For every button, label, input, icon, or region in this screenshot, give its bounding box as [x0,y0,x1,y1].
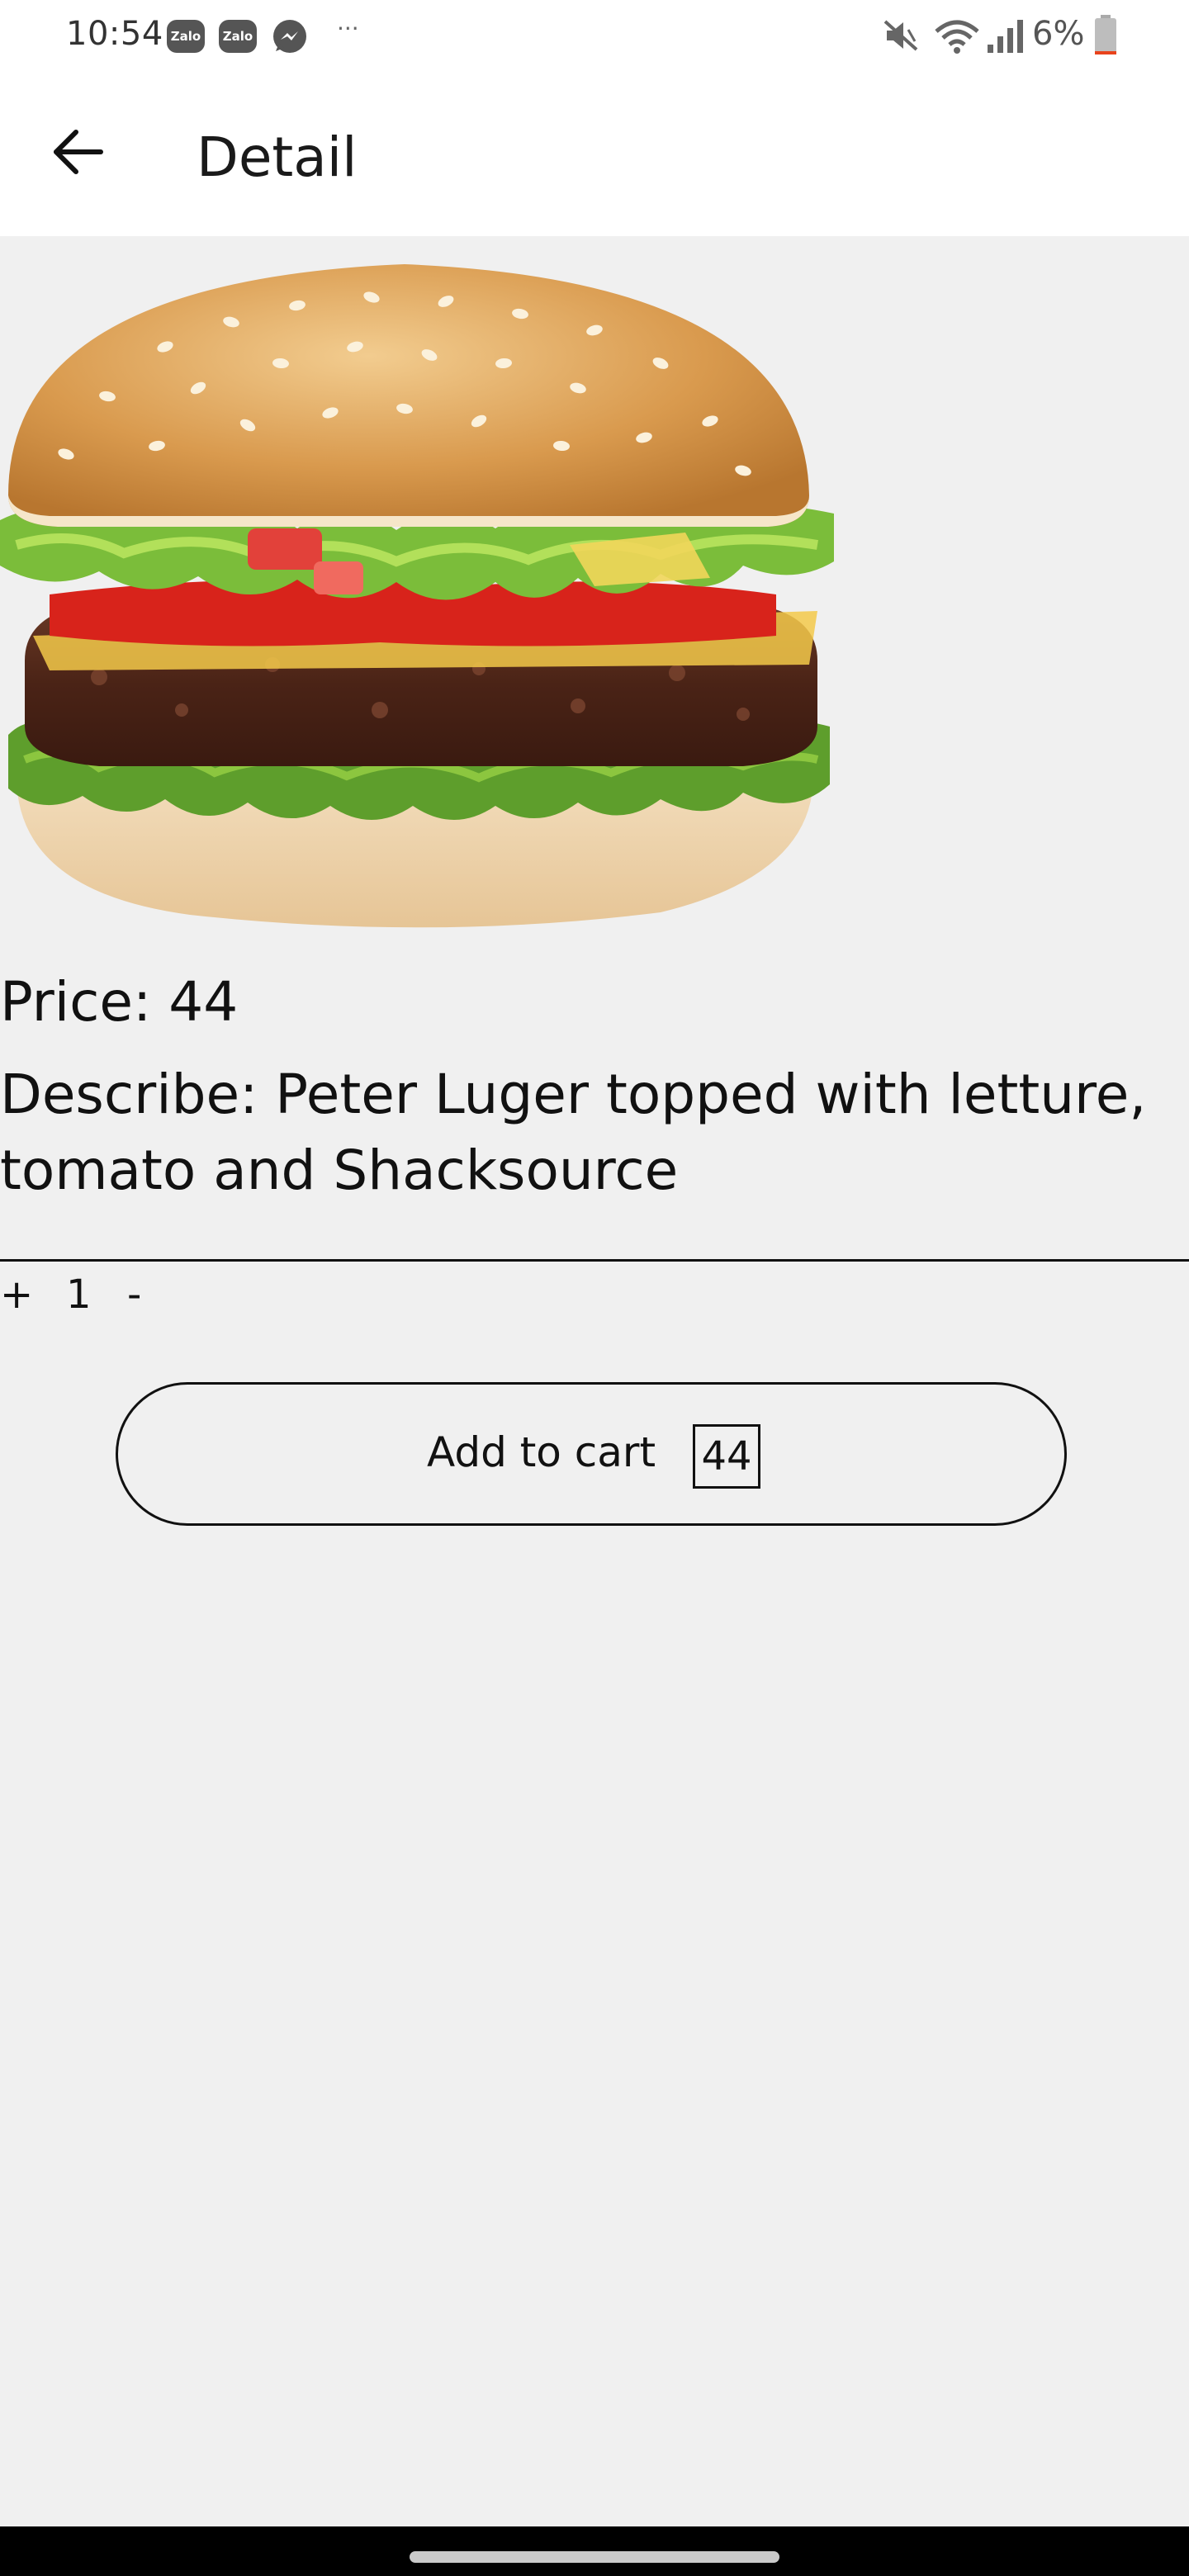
quantity-increase-button[interactable]: + [0,1271,33,1318]
arrow-left-icon [54,130,103,174]
signal-icon [988,20,1023,53]
battery-percent: 6% [1032,15,1085,53]
system-nav-bar [0,2526,1189,2576]
add-to-cart-button[interactable]: Add to cart 44 [116,1382,1067,1526]
app-bar: Detail [0,74,1189,236]
quantity-value: 1 [66,1271,92,1318]
battery-icon [1095,15,1116,54]
quantity-decrease-button[interactable]: - [127,1271,141,1318]
home-indicator[interactable] [410,2551,779,2563]
description-text: Describe: Peter Luger topped with lettur… [0,1063,1147,1202]
add-to-cart-label: Add to cart [427,1428,656,1476]
page-title: Detail [197,125,358,189]
back-button[interactable] [33,107,122,197]
price-text: Price: 44 [0,970,239,1034]
cart-total-box: 44 [693,1424,760,1489]
status-time: 10:54 [66,15,163,53]
burger-image [0,264,834,928]
status-bar: 10:54 Zalo Zalo ··· 6% [0,0,1189,74]
messenger-icon [273,20,306,53]
more-notifications-icon: ··· [337,15,359,42]
mute-icon [883,20,918,51]
zalo-icon: Zalo [167,20,205,53]
wifi-icon [935,20,979,54]
divider [0,1259,1189,1262]
zalo-icon: Zalo [219,20,257,53]
